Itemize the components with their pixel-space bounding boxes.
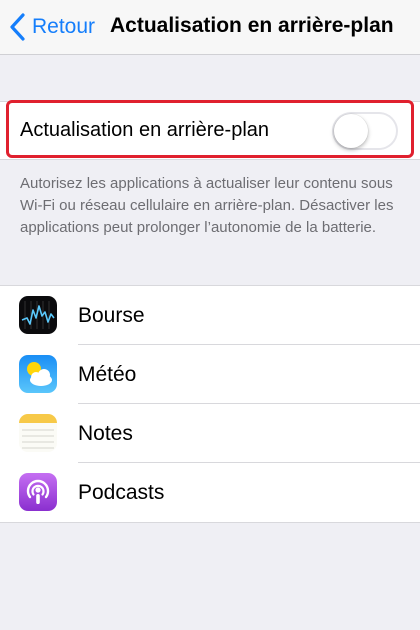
background-refresh-label: Actualisation en arrière-plan	[20, 119, 270, 141]
switch-knob	[334, 114, 368, 148]
back-button[interactable]: Retour	[8, 10, 95, 44]
app-row-podcasts[interactable]: Podcasts	[0, 463, 420, 522]
app-label-podcasts: Podcasts	[78, 481, 165, 504]
app-row-notes[interactable]: Notes	[0, 404, 420, 463]
app-row-bourse[interactable]: Bourse	[0, 286, 420, 345]
background-refresh-description: Autorisez les applications à actualiser …	[20, 175, 394, 236]
app-label-meteo: Météo	[78, 363, 137, 386]
navigation-bar: Retour Actualisation en arrière-plan	[0, 0, 420, 55]
app-label-notes: Notes	[78, 422, 133, 445]
chevron-left-icon	[10, 13, 25, 41]
app-row-meteo[interactable]: Météo	[0, 345, 420, 404]
background-refresh-row: Actualisation en arrière-plan	[0, 101, 420, 160]
stocks-icon	[19, 296, 57, 334]
weather-icon	[19, 355, 57, 393]
app-label-bourse: Bourse	[78, 304, 145, 327]
back-button-label: Retour	[32, 15, 96, 38]
background-refresh-switch[interactable]	[332, 112, 398, 150]
podcasts-icon	[19, 473, 57, 511]
app-list: Bourse Météo Notes Podcasts	[0, 285, 420, 523]
notes-icon	[19, 414, 57, 452]
page-title: Actualisation en arrière-plan	[110, 14, 394, 37]
